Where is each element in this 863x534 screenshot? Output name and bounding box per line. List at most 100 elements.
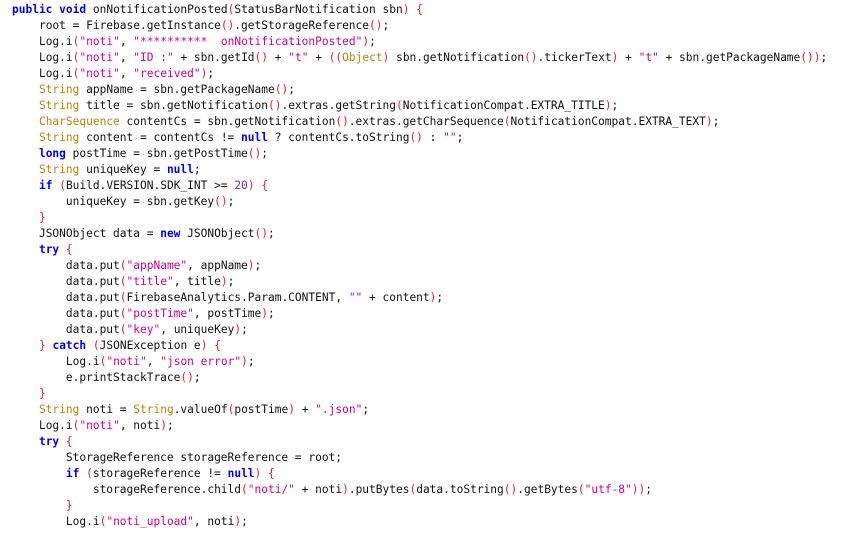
code-line[interactable]: e.printStackTrace();: [12, 370, 827, 386]
code-line[interactable]: try {: [12, 242, 827, 258]
code-token: ;: [268, 227, 275, 240]
code-line[interactable]: if (Build.VERSION.SDK_INT >= 20) {: [12, 178, 827, 194]
code-line[interactable]: Log.i("noti", "json error");: [12, 354, 827, 370]
code-line[interactable]: data.put("key", uniqueKey);: [12, 322, 827, 338]
code-token: StorageReference storageReference = root…: [65, 451, 343, 464]
code-token: ;: [820, 51, 828, 64]
code-token: , noti: [119, 419, 161, 432]
code-token: (: [119, 323, 127, 336]
code-line[interactable]: String content = contentCs != null ? con…: [12, 130, 827, 146]
code-line[interactable]: String appName = sbn.getPackageName();: [12, 82, 827, 98]
code-token: String: [38, 83, 80, 96]
code-token: public: [12, 3, 53, 16]
code-line[interactable]: data.put("appName", appName);: [12, 258, 827, 274]
code-token: ;: [247, 355, 255, 368]
code-token: postTime = sbn.getPostTime: [65, 147, 248, 160]
code-token: ;: [268, 307, 275, 320]
code-token: void: [59, 3, 87, 16]
code-token: try: [38, 435, 60, 448]
code-line[interactable]: long postTime = sbn.getPostTime();: [12, 146, 827, 162]
code-token: + sbn.getPackageName: [658, 51, 801, 64]
code-line[interactable]: String uniqueKey = null;: [12, 162, 827, 178]
code-token: e.printStackTrace: [65, 371, 181, 384]
code-token: String: [38, 163, 80, 176]
code-token: String: [38, 403, 80, 416]
code-line[interactable]: } catch (JSONException e) {: [12, 338, 827, 354]
code-token: +: [294, 403, 316, 416]
code-line[interactable]: uniqueKey = sbn.getKey();: [12, 194, 827, 210]
code-line[interactable]: Log.i("noti", "********** onNotification…: [12, 34, 827, 50]
code-token: ? contentCs.toString: [267, 131, 410, 144]
code-line[interactable]: }: [12, 210, 827, 226]
code-line[interactable]: JSONObject data = new JSONObject();: [12, 226, 827, 242]
code-token: uniqueKey = sbn.getKey: [65, 195, 215, 208]
code-token: NotificationCompat.EXTRA_TEXT: [510, 115, 706, 128]
code-token: storageReference.child: [92, 483, 242, 496]
code-line[interactable]: Log.i("noti", "ID :" + sbn.getId() + "t"…: [12, 50, 827, 66]
code-token: data.put: [65, 307, 120, 320]
code-line[interactable]: data.put("postTime", postTime);: [12, 306, 827, 322]
code-token: ;: [241, 323, 248, 336]
code-token: (: [577, 483, 585, 496]
code-token: Log.i: [65, 515, 100, 528]
code-token: ,: [119, 67, 134, 80]
code-token: "": [443, 131, 457, 144]
code-token: (: [241, 483, 248, 496]
code-line[interactable]: CharSequence contentCs = sbn.getNotifica…: [12, 114, 827, 130]
code-line[interactable]: StorageReference storageReference = root…: [12, 450, 827, 466]
code-line[interactable]: Log.i("noti", noti);: [12, 418, 827, 434]
code-line[interactable]: data.put(FirebaseAnalytics.Param.CONTENT…: [12, 290, 827, 306]
code-line[interactable]: Log.i("noti_upload", noti);: [12, 514, 827, 530]
code-line[interactable]: root = Firebase.getInstance().getStorage…: [12, 18, 827, 34]
code-token: Object: [342, 51, 383, 64]
code-token: "": [348, 291, 363, 304]
code-token: ;: [261, 147, 268, 160]
code-token: StatusBarNotification sbn: [234, 3, 403, 16]
code-token: "postTime": [126, 307, 194, 320]
code-token: "********** onNotificationPosted": [133, 35, 363, 48]
code-token: null: [227, 467, 255, 480]
code-token: }: [65, 499, 73, 512]
code-token: ): [288, 403, 295, 416]
code-token: ;: [436, 291, 444, 304]
code-token: ): [247, 179, 255, 192]
code-token: "noti": [79, 35, 120, 48]
code-token: + noti: [294, 483, 343, 496]
code-token: ;: [712, 115, 720, 128]
code-token: (): [214, 195, 228, 208]
code-line[interactable]: Log.i("noti", "received");: [12, 66, 827, 82]
code-token: (): [254, 227, 268, 240]
code-line[interactable]: try {: [12, 434, 827, 450]
code-line[interactable]: storageReference.child("noti/" + noti).p…: [12, 482, 827, 498]
code-token: }: [38, 211, 46, 224]
code-token: JSONException e: [99, 339, 201, 352]
code-token: root = Firebase.getInstance: [38, 19, 221, 32]
code-token: {: [214, 339, 221, 352]
code-token: ;: [254, 259, 262, 272]
code-token: ;: [193, 163, 201, 176]
code-token: sbn.getNotification: [389, 51, 525, 64]
code-token: String: [38, 131, 80, 144]
code-line[interactable]: data.put("title", title);: [12, 274, 827, 290]
code-token: ): [247, 259, 255, 272]
code-token: "t": [638, 51, 659, 64]
code-line[interactable]: }: [12, 498, 827, 514]
code-token: .extras.getString: [281, 99, 396, 112]
code-line[interactable]: public void onNotificationPosted(StatusB…: [12, 2, 827, 18]
code-line[interactable]: String title = sbn.getNotification().ext…: [12, 98, 827, 114]
code-token: ;: [227, 275, 235, 288]
code-line[interactable]: if (storageReference != null) {: [12, 466, 827, 482]
code-token: ;: [456, 131, 464, 144]
code-line[interactable]: String noti = String.valueOf(postTime) +…: [12, 402, 827, 418]
code-token: (: [59, 179, 66, 192]
code-editor[interactable]: public void onNotificationPosted (StatusB…: [12, 2, 827, 530]
code-line[interactable]: }: [12, 386, 827, 402]
